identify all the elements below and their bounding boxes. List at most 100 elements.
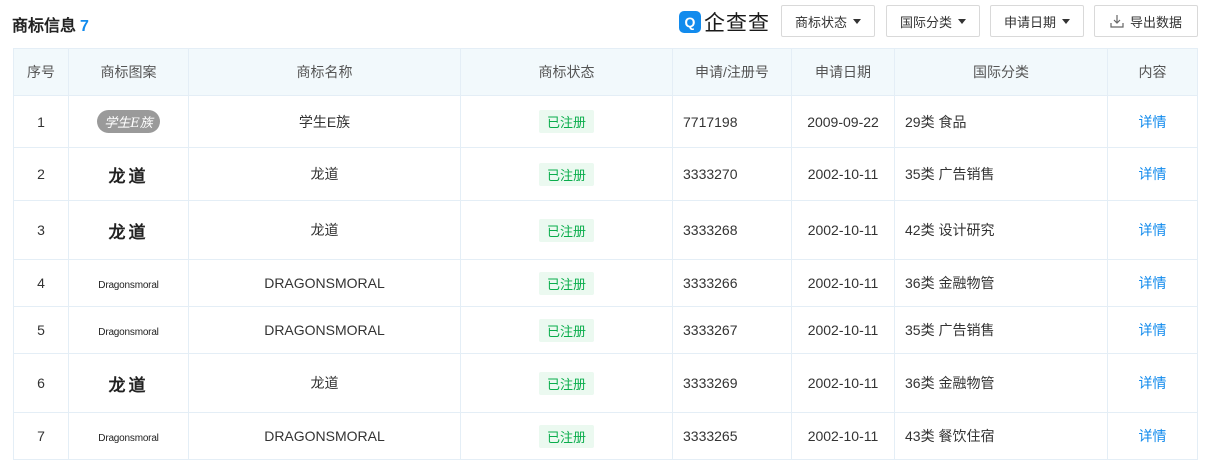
cell-detail: 详情	[1107, 412, 1198, 460]
trademark-name: 龙道	[310, 166, 339, 182]
status-badge: 已注册	[538, 162, 594, 186]
registration-number: 3333267	[683, 322, 738, 338]
cell-logo: Dragonsmoral	[68, 306, 189, 354]
cell-index: 4	[13, 259, 69, 307]
status-badge: 已注册	[538, 318, 594, 342]
cell-reg-no: 3333267	[672, 306, 792, 354]
trademark-logo-image: 龙道	[108, 222, 149, 243]
cell-index: 7	[13, 412, 69, 460]
cell-logo: 龙道	[68, 200, 189, 260]
cell-date: 2002-10-11	[791, 412, 895, 460]
row-index: 6	[37, 375, 45, 391]
row-index: 3	[37, 222, 45, 238]
cell-class: 29类 食品	[894, 95, 1108, 148]
cell-index: 5	[13, 306, 69, 354]
filter-date-dropdown[interactable]: 申请日期	[990, 5, 1084, 37]
col-header-logo: 商标图案	[68, 48, 189, 96]
registration-number: 7717198	[683, 113, 738, 130]
trademark-logo-image: Dragonsmoral	[98, 433, 159, 444]
cell-detail: 详情	[1107, 259, 1198, 307]
cell-logo: 龙道	[68, 147, 189, 201]
cell-reg-no: 3333265	[672, 412, 792, 460]
cell-status: 已注册	[460, 200, 673, 260]
status-badge: 已注册	[538, 371, 594, 395]
table-row: 6 龙道 龙道 已注册 3333269 2002-10-11 36类 金融物管 详情	[13, 353, 1198, 413]
cell-detail: 详情	[1107, 200, 1198, 260]
cell-name: 龙道	[188, 200, 461, 260]
cell-reg-no: 7717198	[672, 95, 792, 148]
status-badge: 已注册	[538, 424, 594, 448]
trademark-name: 龙道	[310, 375, 339, 391]
cell-name: 龙道	[188, 353, 461, 413]
cell-index: 6	[13, 353, 69, 413]
row-index: 5	[37, 322, 45, 338]
cell-class: 42类 设计研究	[894, 200, 1108, 260]
cell-date: 2002-10-11	[791, 200, 895, 260]
cell-index: 2	[13, 147, 69, 201]
application-date: 2009-09-22	[807, 113, 879, 130]
registration-number: 3333270	[683, 166, 738, 182]
cell-name: DRAGONSMORAL	[188, 412, 461, 460]
application-date: 2002-10-11	[807, 222, 879, 238]
table-row: 7 Dragonsmoral DRAGONSMORAL 已注册 3333265 2002-…	[13, 412, 1198, 460]
caret-down-icon	[1062, 18, 1070, 24]
qcc-logo-icon: Q	[679, 11, 701, 33]
detail-link[interactable]: 详情	[1139, 322, 1167, 338]
col-header-class: 国际分类	[894, 48, 1108, 96]
international-class: 36类 金融物管	[905, 275, 995, 291]
brand-logo: Q 企查查	[679, 8, 770, 36]
cell-class: 43类 餐饮住宿	[894, 412, 1108, 460]
table-header-row: 序号 商标图案 商标名称 商标状态 申请/注册号 申请日期 国际分类 内容	[13, 48, 1198, 96]
international-class: 35类 广告销售	[905, 166, 995, 182]
application-date: 2002-10-11	[807, 275, 879, 291]
filter-status-label: 商标状态	[794, 14, 847, 30]
cell-status: 已注册	[460, 147, 673, 201]
cell-status: 已注册	[460, 306, 673, 354]
detail-link[interactable]: 详情	[1139, 114, 1167, 130]
cell-reg-no: 3333266	[672, 259, 792, 307]
export-label: 导出数据	[1129, 14, 1182, 30]
cell-date: 2002-10-11	[791, 259, 895, 307]
detail-link[interactable]: 详情	[1139, 375, 1167, 391]
section-title-text: 商标信息	[12, 18, 77, 35]
detail-link[interactable]: 详情	[1139, 428, 1167, 444]
export-button[interactable]: 导出数据	[1094, 5, 1198, 37]
cell-logo: Dragonsmoral	[68, 412, 189, 460]
table-row: 2 龙道 龙道 已注册 3333270 2002-10-11 35类 广告销售 详情	[13, 147, 1198, 201]
international-class: 36类 金融物管	[905, 375, 995, 391]
col-header-reg-no: 申请/注册号	[672, 48, 792, 96]
trademark-logo-image: 龙道	[108, 375, 149, 396]
cell-detail: 详情	[1107, 147, 1198, 201]
col-header-detail: 内容	[1107, 48, 1198, 96]
filter-class-dropdown[interactable]: 国际分类	[886, 5, 980, 37]
trademark-name: DRAGONSMORAL	[264, 275, 385, 291]
cell-status: 已注册	[460, 353, 673, 413]
trademark-name: DRAGONSMORAL	[264, 428, 385, 444]
cell-reg-no: 3333268	[672, 200, 792, 260]
detail-link[interactable]: 详情	[1139, 222, 1167, 238]
result-count: 7	[80, 18, 89, 35]
caret-down-icon	[958, 18, 966, 24]
brand-text: 企查查	[704, 12, 770, 35]
international-class: 43类 餐饮住宿	[905, 428, 995, 444]
international-class: 29类 食品	[905, 113, 967, 130]
status-badge: 已注册	[538, 218, 594, 242]
filter-date-label: 申请日期	[1003, 14, 1056, 30]
application-date: 2002-10-11	[807, 375, 879, 391]
filter-status-dropdown[interactable]: 商标状态	[781, 5, 875, 37]
cell-logo: 龙道	[68, 353, 189, 413]
status-badge: 已注册	[538, 271, 594, 295]
cell-date: 2009-09-22	[791, 95, 895, 148]
cell-class: 36类 金融物管	[894, 353, 1108, 413]
detail-link[interactable]: 详情	[1139, 166, 1167, 182]
detail-link[interactable]: 详情	[1139, 275, 1167, 291]
cell-logo: 学生E族	[68, 95, 189, 148]
registration-number: 3333269	[683, 375, 738, 391]
trademark-name: DRAGONSMORAL	[264, 322, 385, 338]
cell-status: 已注册	[460, 259, 673, 307]
row-index: 2	[37, 166, 45, 182]
trademark-name: 学生E族	[298, 113, 351, 130]
cell-index: 3	[13, 200, 69, 260]
col-header-index: 序号	[13, 48, 69, 96]
filter-class-label: 国际分类	[899, 14, 952, 30]
